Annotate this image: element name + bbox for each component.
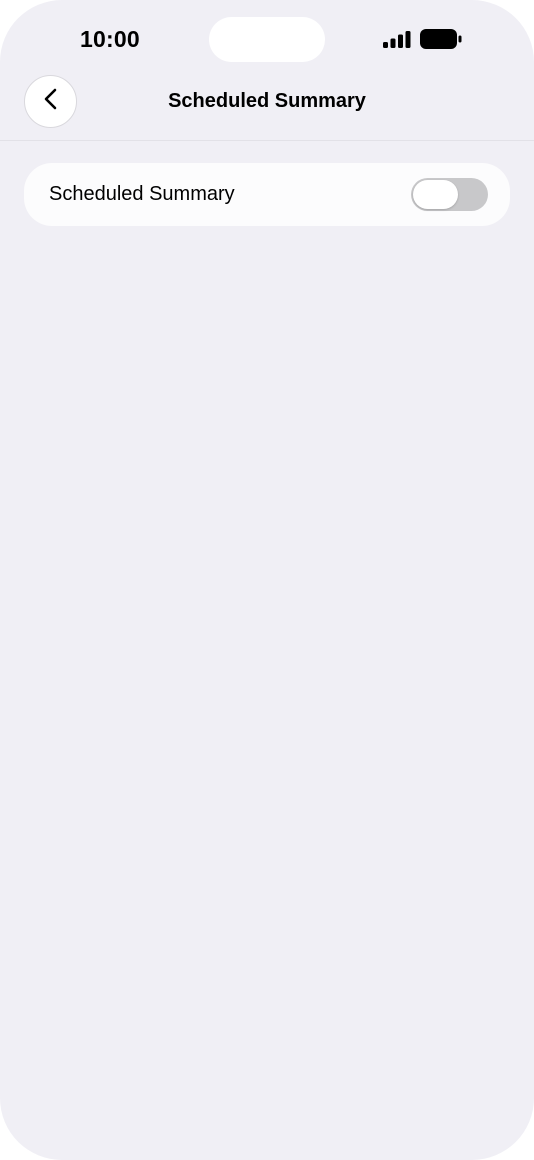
toggle-knob: [413, 180, 458, 209]
phone-screen: 10:00 Scheduled Summary Scheduled Summar…: [0, 0, 534, 1160]
setting-label-scheduled-summary: Scheduled Summary: [49, 183, 235, 205]
status-time: 10:00: [80, 26, 140, 52]
cellular-signal-icon: [383, 31, 411, 48]
navigation-bar: Scheduled Summary: [0, 72, 534, 141]
scheduled-summary-toggle[interactable]: [411, 178, 488, 211]
dynamic-island: [209, 17, 325, 62]
battery-icon: [420, 29, 462, 49]
status-bar: 10:00: [0, 0, 534, 80]
page-title: Scheduled Summary: [168, 90, 366, 112]
settings-card: Scheduled Summary: [24, 163, 510, 226]
